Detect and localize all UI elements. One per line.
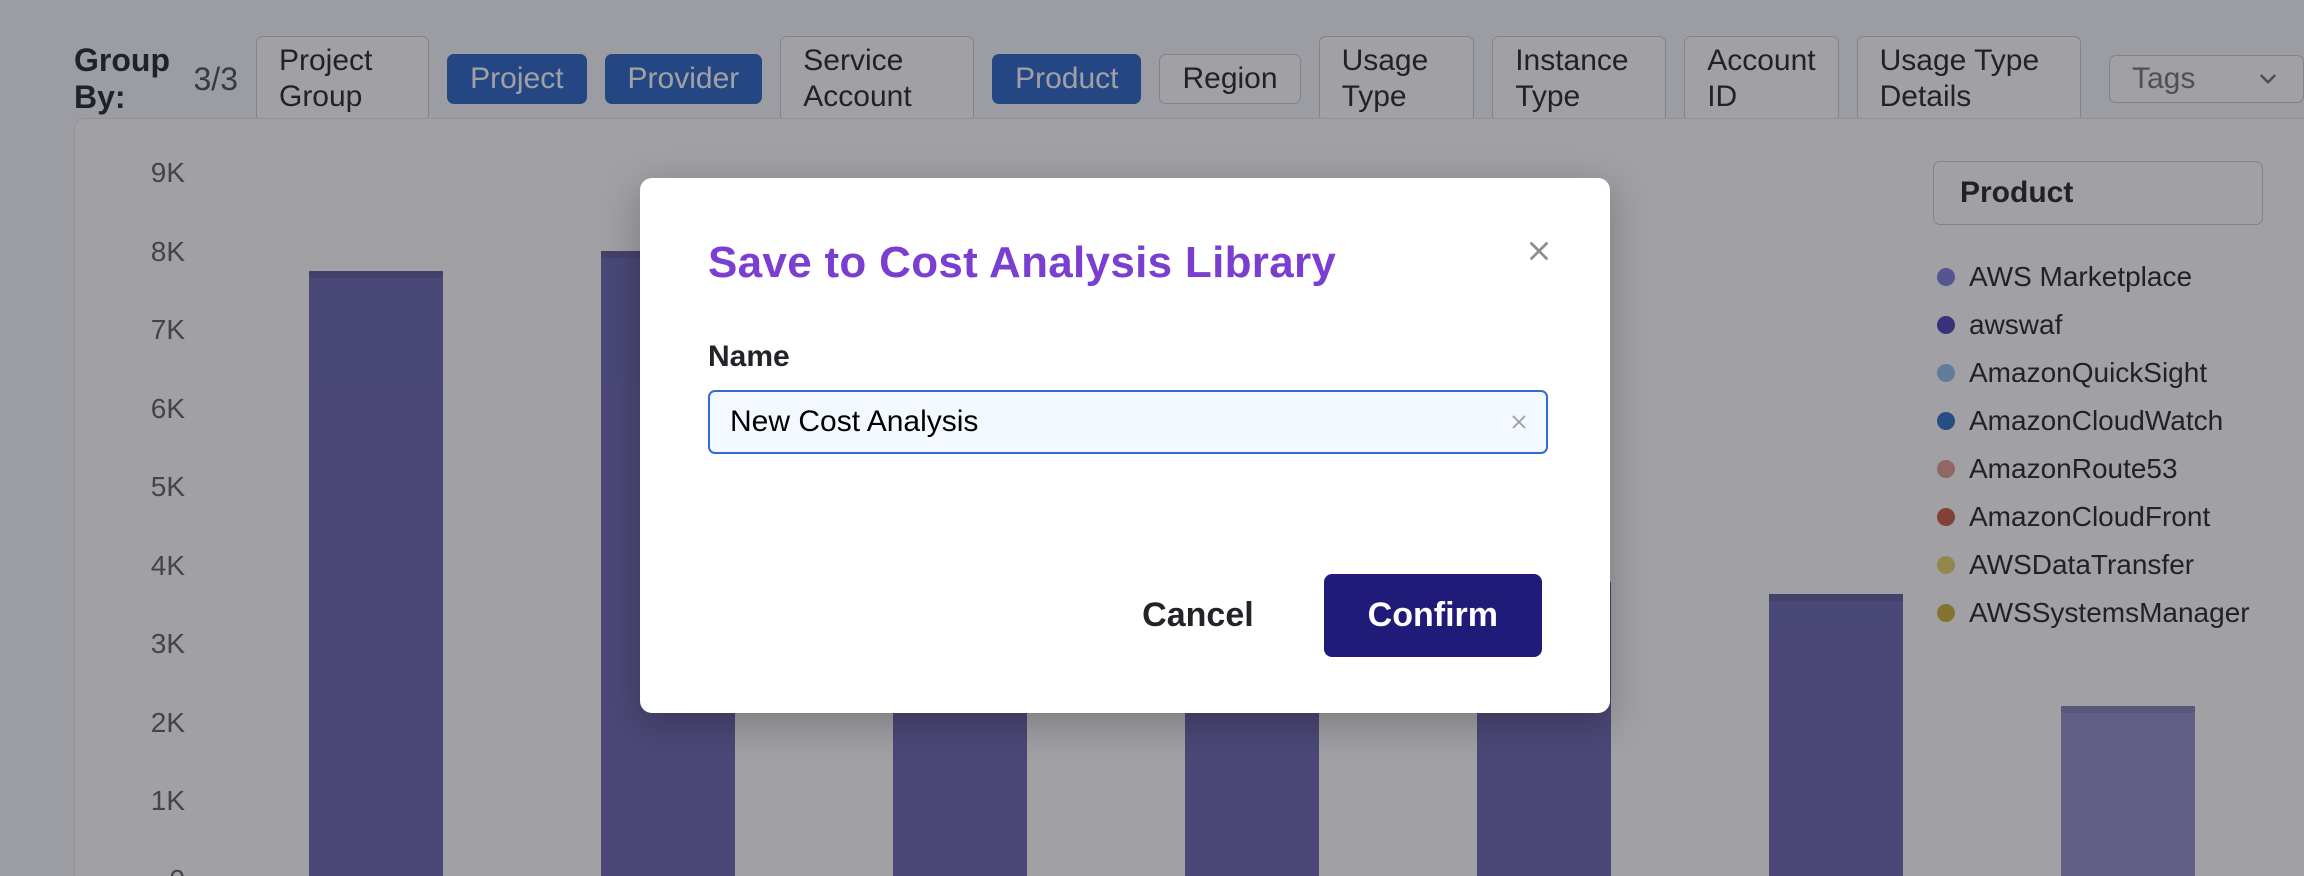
clear-input-icon[interactable] bbox=[1508, 411, 1530, 433]
name-field-label: Name bbox=[708, 340, 1542, 374]
close-icon[interactable] bbox=[1524, 236, 1554, 266]
modal-title: Save to Cost Analysis Library bbox=[708, 238, 1542, 288]
confirm-button[interactable]: Confirm bbox=[1324, 574, 1542, 657]
cancel-button[interactable]: Cancel bbox=[1132, 574, 1264, 657]
save-modal: Save to Cost Analysis Library Name Cance… bbox=[640, 178, 1610, 713]
name-input[interactable] bbox=[708, 390, 1548, 454]
